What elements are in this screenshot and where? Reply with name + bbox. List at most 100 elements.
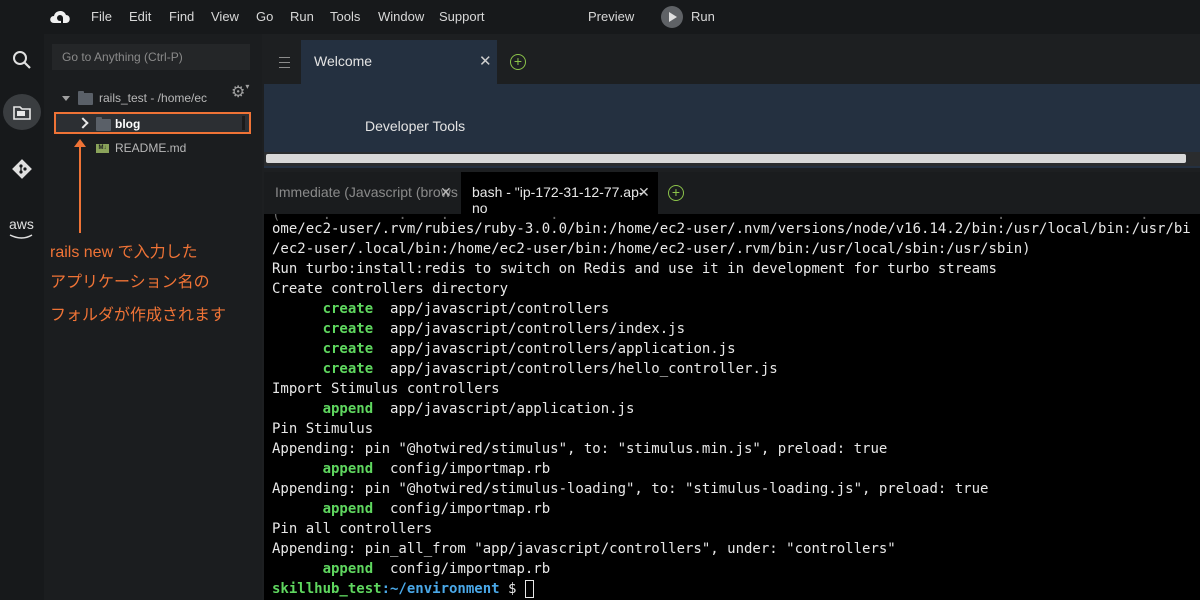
terminal-indent [272,301,323,317]
terminal-line: Pin all controllers [272,521,433,537]
prompt-path: :~/environment [381,581,500,597]
annotation-arrow-line [79,145,81,233]
markdown-file-icon: M↓ [96,144,109,154]
tree-item-readme[interactable]: M↓ README.md [96,138,186,158]
terminal-keyword: create [322,301,374,317]
tab-welcome-label: Welcome [314,53,373,69]
menu-run[interactable]: Run [290,9,314,24]
terminal-keyword: append [322,461,374,477]
terminal-line: create app/javascript/controllers [272,299,610,319]
developer-tools-heading: Developer Tools [365,118,466,134]
close-icon[interactable]: ✕ [638,184,650,201]
git-icon[interactable] [3,151,41,187]
close-icon[interactable]: ✕ [479,52,492,70]
gear-icon[interactable]: ⚙▾ [231,82,249,102]
go-to-anything-input[interactable]: Go to Anything (Ctrl-P) [52,44,250,70]
tree-item-blog[interactable]: blog [54,112,251,134]
terminal-keyword: create [322,361,374,377]
horizontal-scrollbar[interactable] [264,152,1200,166]
terminal-indent [272,341,323,357]
terminal-cursor[interactable] [524,580,534,598]
menu-go[interactable]: Go [256,9,273,24]
annotation-line-3: フォルダが作成されます [50,307,227,324]
editor-tab-bar: Welcome ✕ + [264,40,1200,84]
terminal-indent [272,501,323,517]
menu-icon[interactable] [279,57,290,68]
tree-root-label: rails_test - /home/ec [99,91,208,105]
close-icon[interactable]: ✕ [440,184,452,201]
terminal-prompt[interactable]: skillhub_test:~/environment $ [272,579,534,599]
folder-icon [78,90,93,105]
scroll-marker [242,116,245,130]
editor-pane: Welcome ✕ + Developer Tools [264,40,1200,168]
terminal-text: app/javascript/controllers/index.js [373,321,686,337]
terminal-line: create app/javascript/controllers/hello_… [272,359,778,379]
menu-find[interactable]: Find [169,9,194,24]
terminal-text: app/javascript/controllers [373,301,610,317]
terminal-line: Create controllers directory [272,281,509,297]
prompt-user: skillhub_test [272,581,382,597]
preview-button[interactable]: Preview [588,9,634,24]
terminal-line: create app/javascript/controllers/applic… [272,339,736,359]
cloud9-logo-icon[interactable] [48,7,72,27]
aws-icon[interactable]: aws [3,210,41,246]
tab-immediate-label: Immediate (Javascript (brows [275,184,458,200]
chevron-right-icon[interactable] [77,117,89,129]
menu-bar: File Edit Find View Go Run Tools Window … [0,0,1200,34]
terminal-line: Appending: pin_all_from "app/javascript/… [272,541,896,557]
terminal-text: app/javascript/controllers/application.j… [373,341,736,357]
folder-icon[interactable] [3,94,41,130]
annotation-line-2: アプリケーション名の [50,274,210,291]
terminal-text: app/javascript/application.js [373,401,635,417]
menu-view[interactable]: View [211,9,239,24]
terminal-indent [272,361,323,377]
tree-root-row[interactable]: rails_test - /home/ec [62,88,207,108]
scrollbar-thumb[interactable] [266,154,1186,163]
terminal-text: config/importmap.rb [373,501,551,517]
terminal-keyword: append [322,501,374,517]
terminal-line: Pin Stimulus [272,421,374,437]
terminal-text: config/importmap.rb [373,561,551,577]
tab-bash-label: bash - "ip-172-31-12-77.ap-no [472,184,644,216]
terminal-line: append config/importmap.rb [272,459,551,479]
menu-support[interactable]: Support [439,9,485,24]
add-terminal-icon[interactable]: + [668,185,684,201]
menu-edit[interactable]: Edit [129,9,151,24]
add-tab-icon[interactable]: + [510,54,526,70]
menu-file[interactable]: File [91,9,112,24]
terminal-line: create app/javascript/controllers/index.… [272,319,685,339]
tree-item-blog-label: blog [115,117,141,131]
terminal-indent [272,461,323,477]
annotation-line-1: rails new で入力した [50,244,198,261]
menu-window[interactable]: Window [378,9,424,24]
terminal-text: app/javascript/controllers/hello_control… [373,361,778,377]
terminal-line: Appending: pin "@hotwired/stimulus-loadi… [272,481,989,497]
tab-bash[interactable]: bash - "ip-172-31-12-77.ap-no ✕ [461,172,658,216]
search-icon[interactable] [3,42,41,78]
terminal-indent [272,401,323,417]
chevron-down-icon[interactable] [62,96,70,102]
run-button[interactable]: Run [691,9,715,24]
prompt-symbol: $ [499,581,525,597]
terminal-text: config/importmap.rb [373,461,551,477]
terminal-line: ome/ec2-user/.rvm/rubies/ruby-3.0.0/bin:… [272,221,1191,237]
terminal-line: append app/javascript/application.js [272,399,635,419]
activity-bar: aws [0,34,44,600]
terminal-line: append config/importmap.rb [272,559,551,579]
terminal-line: /ec2-user/.local/bin:/home/ec2-user/bin:… [272,241,1031,257]
terminal-tab-bar: Immediate (Javascript (brows ✕ bash - "i… [264,172,1200,216]
tab-welcome[interactable]: Welcome ✕ [301,40,497,84]
terminal-line: Import Stimulus controllers [272,381,500,397]
tab-immediate[interactable]: Immediate (Javascript (brows ✕ [264,172,460,214]
terminal-indent [272,561,323,577]
menu-tools[interactable]: Tools [330,9,360,24]
terminal-keyword: append [322,561,374,577]
tree-item-readme-label: README.md [115,141,187,155]
aws-label: aws [9,216,34,232]
run-play-icon[interactable] [661,6,683,28]
terminal-output[interactable]: ( . . . . . . ome/ec2-user/.rvm/rubies/r… [264,214,1200,600]
folder-icon [96,117,111,131]
terminal-keyword: create [322,341,374,357]
terminal-line: Run turbo:install:redis to switch on Red… [272,261,997,277]
terminal-keyword: create [322,321,374,337]
